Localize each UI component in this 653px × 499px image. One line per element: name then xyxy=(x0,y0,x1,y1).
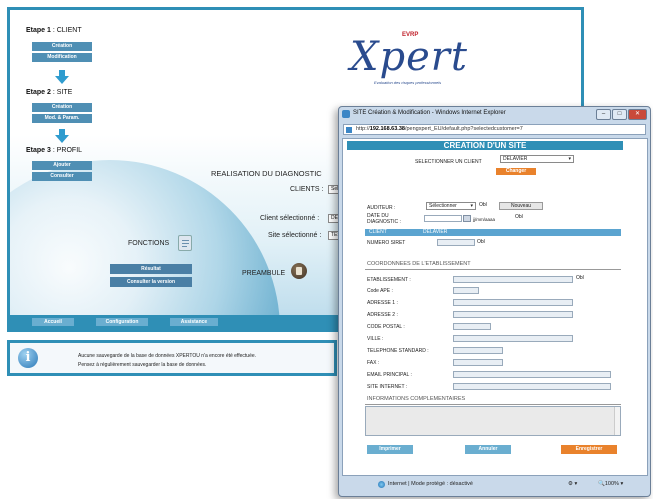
form-content: CREATION D'UN SITE SELECTIONNER UN CLIEN… xyxy=(342,138,648,476)
required-mark: Obl xyxy=(576,275,584,281)
field-label: TELEPHONE STANDARD : xyxy=(367,348,429,354)
required-mark: Obl xyxy=(479,202,487,208)
step-1-modify-button[interactable]: Modification xyxy=(32,53,92,62)
close-button[interactable]: ✕ xyxy=(628,109,647,120)
field-label: ADRESSE 2 : xyxy=(367,312,398,318)
maximize-button[interactable]: □ xyxy=(612,109,627,120)
auditeur-select[interactable]: Sélectionner ▾ xyxy=(426,202,476,210)
client-bar-value: DELAVIER xyxy=(423,229,448,235)
nouveau-button[interactable]: Nouveau xyxy=(499,202,543,210)
fax-input[interactable] xyxy=(453,359,503,366)
siret-input[interactable] xyxy=(437,239,475,246)
resultat-button[interactable]: Résultat xyxy=(110,264,192,274)
date-input[interactable] xyxy=(424,215,462,222)
status-text: Internet | Mode protégé : désactivé xyxy=(388,481,473,487)
field-label: VILLE : xyxy=(367,336,384,342)
field-label: ETABLISSEMENT : xyxy=(367,277,411,283)
site-internet-input[interactable] xyxy=(453,383,611,390)
accueil-button[interactable]: Accueil xyxy=(32,318,74,326)
auditeur-label: AUDITEUR : xyxy=(367,205,396,211)
etablissement-input[interactable] xyxy=(453,276,573,283)
info-line-1: Aucune sauvegarde de la base de données … xyxy=(78,353,257,359)
client-bar-label: CLIENT xyxy=(369,229,387,235)
logo-wordmark: Xpert xyxy=(350,34,468,80)
preambule-label: PREAMBULE xyxy=(242,270,286,277)
info-panel: i Aucune sauvegarde de la base de donnée… xyxy=(7,340,337,376)
enregistrer-button[interactable]: Enregistrer xyxy=(561,445,617,454)
step-2-title: Etape 2 : SITE xyxy=(26,89,73,96)
assistance-button[interactable]: Assistance xyxy=(170,318,218,326)
logo-tagline: Evaluation des risques professionnels xyxy=(374,80,442,85)
preambule-icon[interactable] xyxy=(291,263,307,279)
step-2-create-button[interactable]: Création xyxy=(32,103,92,112)
zoom-level[interactable]: 🔍100% ▾ xyxy=(598,481,623,487)
required-mark: Obl xyxy=(515,214,523,220)
address-bar[interactable]: http://192.168.63.38/pengxpert_EU/defaul… xyxy=(343,124,646,135)
form-header: CREATION D'UN SITE xyxy=(347,141,623,150)
field-label: CODE POSTAL : xyxy=(367,324,405,330)
ville-input[interactable] xyxy=(453,335,573,342)
required-mark: Obl xyxy=(477,239,485,245)
select-client-dropdown[interactable]: DELAVIER ▾ xyxy=(500,155,574,163)
adresse1-input[interactable] xyxy=(453,299,573,306)
logo-badge: EVRP xyxy=(402,32,419,38)
consulter-version-button[interactable]: Consulter la version xyxy=(110,277,192,287)
date-format-hint: jj/mm/aaaa xyxy=(473,217,496,222)
info-icon: i xyxy=(18,348,38,368)
client-bar: CLIENT DELAVIER xyxy=(365,229,621,236)
fonctions-label: FONCTIONS xyxy=(128,240,170,247)
textarea-scrollbar[interactable] xyxy=(614,407,620,435)
url-text: http://192.168.63.38/pengxpert_EU/defaul… xyxy=(356,126,523,132)
step-1-create-button[interactable]: Création xyxy=(32,42,92,51)
ie-status-bar: Internet | Mode protégé : désactivé ⚙ ▾ … xyxy=(342,478,648,492)
select-client-label: SELECTIONNER UN CLIENT xyxy=(415,159,482,165)
code-ape-input[interactable] xyxy=(453,287,479,294)
document-icon[interactable] xyxy=(178,235,192,251)
clients-label: CLIENTS : xyxy=(290,186,324,193)
field-label: ADRESSE 1 : xyxy=(367,300,398,306)
code-postal-input[interactable] xyxy=(453,323,491,330)
site-selected-label: Site sélectionné : xyxy=(268,232,322,239)
configuration-button[interactable]: Configuration xyxy=(96,318,148,326)
arrow-down-icon xyxy=(55,129,69,143)
step-3-title: Etape 3 : PROFIL xyxy=(26,147,83,154)
step-3-consult-button[interactable]: Consulter xyxy=(32,172,92,181)
dropdown-arrow-icon: ▾ xyxy=(568,156,571,162)
protected-mode-icon[interactable]: ⚙ ▾ xyxy=(568,481,577,487)
info-textarea[interactable] xyxy=(365,406,621,436)
section-divider xyxy=(365,269,621,270)
page-icon xyxy=(346,127,352,133)
imprimer-button[interactable]: Imprimer xyxy=(367,445,413,454)
coord-section-title: COORDONNEES DE L'ETABLISSEMENT xyxy=(367,261,471,267)
email-input[interactable] xyxy=(453,371,611,378)
ie-app-icon xyxy=(342,110,350,118)
ie-titlebar[interactable]: SITE Création & Modification - Windows I… xyxy=(339,107,650,123)
siret-label: NUMERO SIRET xyxy=(367,240,406,246)
step-2-param-button[interactable]: Mod. & Param. xyxy=(32,114,92,123)
annuler-button[interactable]: Annuler xyxy=(465,445,511,454)
calendar-icon[interactable] xyxy=(463,215,471,222)
section-divider xyxy=(365,404,621,405)
step-3-add-button[interactable]: Ajouter xyxy=(32,161,92,170)
ie-popup-window: SITE Création & Modification - Windows I… xyxy=(338,106,651,497)
field-label: Code APE : xyxy=(367,288,393,294)
ie-window-title: SITE Création & Modification - Windows I… xyxy=(353,110,506,116)
field-label: SITE INTERNET : xyxy=(367,384,408,390)
date-label-2: DIAGNOSTIC : xyxy=(367,219,401,225)
step-1-title: Etape 1 : CLIENT xyxy=(26,27,82,34)
info-line-2: Pensez à régulièrement sauvegarder la ba… xyxy=(78,362,207,368)
minimize-button[interactable]: – xyxy=(596,109,611,120)
adresse2-input[interactable] xyxy=(453,311,573,318)
changer-button[interactable]: Changer xyxy=(496,168,536,175)
field-label: FAX : xyxy=(367,360,380,366)
dropdown-arrow-icon: ▾ xyxy=(470,203,473,209)
info-section-title: INFORMATIONS COMPLEMENTAIRES xyxy=(367,396,466,402)
diagnostic-title: REALISATION DU DIAGNOSTIC xyxy=(211,169,322,178)
internet-zone-icon xyxy=(378,481,385,488)
client-selected-label: Client sélectionné : xyxy=(260,215,320,222)
arrow-down-icon xyxy=(55,70,69,84)
telephone-input[interactable] xyxy=(453,347,503,354)
xpert-logo: Xpert EVRP Evaluation des risques profes… xyxy=(350,28,467,88)
field-label: EMAIL PRINCIPAL : xyxy=(367,372,412,378)
